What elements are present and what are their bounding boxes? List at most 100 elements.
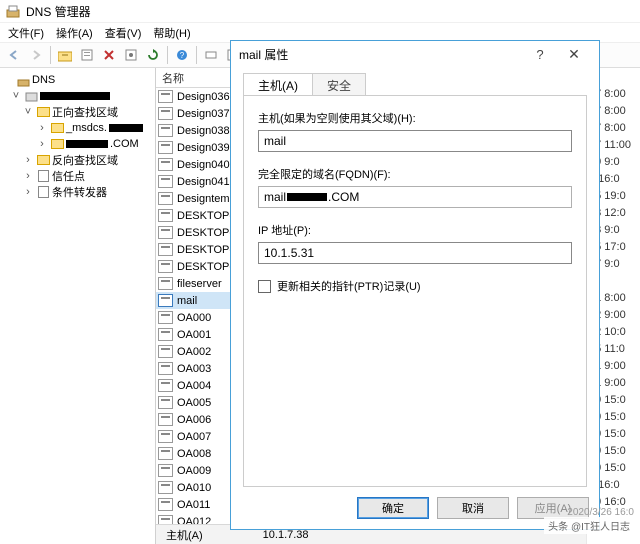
toolbar-sep [50,46,51,64]
record-icon [158,260,173,273]
tree-conditional-forwarders[interactable]: › 条件转发器 [0,184,155,200]
tree-label: DNS [32,74,55,86]
record-name: OA007 [177,431,211,443]
tree-pane[interactable]: DNS ˅ ˅ 正向查找区域 › _msdcs. › .COM › 反向查找区域 [0,68,156,544]
record-name: OA004 [177,380,211,392]
record-icon [158,413,173,426]
record-name: Designtemp [177,193,236,205]
delete-button[interactable] [99,45,119,65]
menu-action[interactable]: 操作(A) [52,25,97,41]
expand-icon[interactable]: › [22,154,34,166]
record-icon [158,515,173,524]
record-name: mail [177,295,197,307]
nav-back-button[interactable] [4,45,24,65]
ip-label: IP 地址(P): [258,222,572,238]
record-name: Design041 [177,176,230,188]
record-name: Design037 [177,108,230,120]
ptr-label: 更新相关的指针(PTR)记录(U) [277,278,421,294]
ptr-checkbox[interactable] [258,280,271,293]
record-name: Design036 [177,91,230,103]
tab-host[interactable]: 主机(A) [243,73,313,95]
record-icon [158,243,173,256]
help-button[interactable]: ? [523,43,557,65]
tree-domain[interactable]: › .COM [0,136,155,152]
tree-label: 反向查找区域 [52,152,118,168]
expand-icon[interactable]: › [36,122,48,134]
ip-input[interactable] [258,242,572,264]
tree-reverse-zones[interactable]: › 反向查找区域 [0,152,155,168]
folder-icon [50,138,64,151]
expand-icon[interactable]: ˅ [10,90,22,102]
record-icon [158,294,173,307]
cancel-button[interactable]: 取消 [437,497,509,519]
record-icon [158,209,173,222]
nav-fwd-button[interactable] [26,45,46,65]
menu-help[interactable]: 帮助(H) [149,25,194,41]
record-icon [158,379,173,392]
record-icon [158,328,173,341]
ok-button[interactable]: 确定 [357,497,429,519]
record-name: Design038 [177,125,230,137]
status-ip: 10.1.7.38 [263,529,309,541]
folder-icon [50,122,64,135]
fqdn-prefix: mail [264,190,286,204]
refresh-button[interactable] [143,45,163,65]
record-icon [158,362,173,375]
app-icon [6,4,20,18]
ptr-checkbox-row[interactable]: 更新相关的指针(PTR)记录(U) [258,278,572,294]
expand-icon[interactable]: › [22,186,34,198]
fqdn-suffix: .COM [328,190,359,204]
record-icon [158,464,173,477]
fqdn-label: 完全限定的域名(FQDN)(F): [258,166,572,182]
record-icon [158,226,173,239]
help-button[interactable]: ? [172,45,192,65]
menu-view[interactable]: 查看(V) [101,25,146,41]
redacted-text [66,140,108,148]
close-button[interactable]: ✕ [557,43,591,65]
record-name: OA000 [177,312,211,324]
tree-server[interactable]: ˅ [0,88,155,104]
record-name: OA009 [177,465,211,477]
redacted-text [109,124,143,132]
overlay-watermark: 头条 @IT狂人日志 [544,517,634,534]
expand-icon[interactable]: › [22,170,34,182]
record-name: OA008 [177,448,211,460]
filter-button[interactable] [121,45,141,65]
folder-icon [36,154,50,167]
tree-trust-points[interactable]: › 信任点 [0,168,155,184]
record-name: OA002 [177,346,211,358]
up-button[interactable] [55,45,75,65]
server-icon [24,90,38,103]
tab-security[interactable]: 安全 [312,73,366,95]
main-menubar: 文件(F) 操作(A) 查看(V) 帮助(H) [0,22,640,42]
record-icon [158,430,173,443]
record-name: OA011 [177,499,210,511]
tree-root[interactable]: DNS [0,72,155,88]
record-icon [158,396,173,409]
folder-icon [36,106,50,119]
record-icon [158,498,173,511]
record-name: OA006 [177,414,211,426]
tree-forward-zones[interactable]: ˅ 正向查找区域 [0,104,155,120]
record-icon [158,158,173,171]
record-name: Design040 [177,159,230,171]
menu-file[interactable]: 文件(F) [4,25,48,41]
tree-label: .COM [110,138,139,150]
redacted-text [40,92,110,100]
expand-icon[interactable]: ˅ [22,106,34,118]
file-icon [36,186,50,199]
dialog-tabs: 主机(A) 安全 [243,73,587,95]
tree-label: 信任点 [52,168,85,184]
properties-button[interactable] [77,45,97,65]
tree-label: _msdcs. [66,122,107,134]
tree-label: 条件转发器 [52,184,107,200]
tree-msdcs[interactable]: › _msdcs. [0,120,155,136]
host-input[interactable] [258,130,572,152]
expand-icon[interactable]: › [36,138,48,150]
dialog-titlebar[interactable]: mail 属性 ? ✕ [231,41,599,67]
host-label: 主机(如果为空则使用其父域)(H): [258,110,572,126]
tab-page: 主机(如果为空则使用其父域)(H): 完全限定的域名(FQDN)(F): mai… [243,95,587,487]
action1-button[interactable] [201,45,221,65]
file-icon [36,170,50,183]
record-name: OA005 [177,397,211,409]
